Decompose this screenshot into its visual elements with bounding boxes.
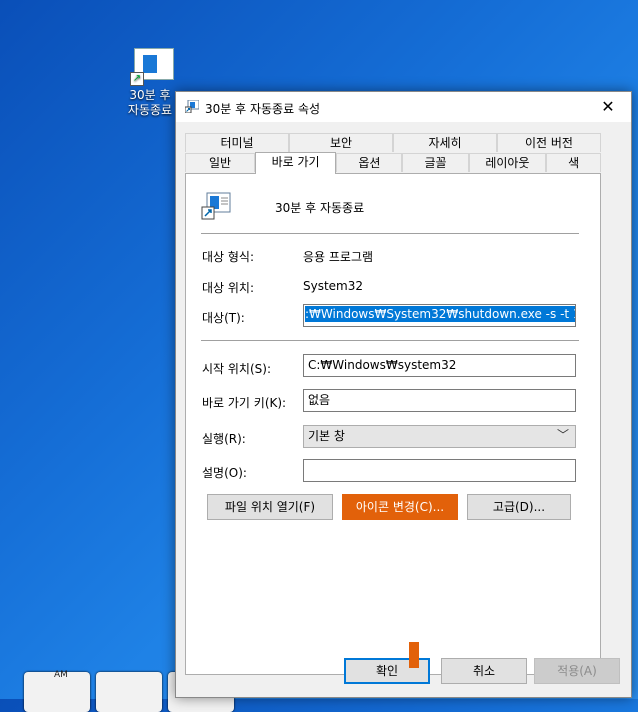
start-in-label: 시작 위치(S): — [202, 362, 271, 376]
tab-font[interactable]: 글꼴 — [402, 153, 469, 172]
target-location-value: System32 — [303, 279, 364, 293]
tab-general[interactable]: 일반 — [185, 153, 255, 172]
tab-row-bottom: 일반 바로 가기 옵션 글꼴 레이아웃 색 — [185, 152, 602, 174]
shortcut-app-icon: ↗ — [128, 48, 174, 86]
close-icon: ✕ — [601, 97, 615, 116]
target-label: 대상(T): — [202, 311, 245, 325]
tab-previous-versions[interactable]: 이전 버전 — [497, 133, 601, 152]
comment-input[interactable] — [303, 459, 576, 482]
cancel-button[interactable]: 취소 — [441, 658, 527, 684]
shortcut-key-label: 바로 가기 키(K): — [202, 396, 287, 410]
window-icon — [185, 100, 199, 113]
tab-details[interactable]: 자세히 — [393, 133, 497, 152]
tab-shortcut[interactable]: 바로 가기 — [254, 152, 337, 174]
apply-button[interactable]: 적용(A) — [534, 658, 620, 684]
shortcut-key-input[interactable]: 없음 — [303, 389, 576, 412]
desktop-icon-label-line1: 30분 후 — [129, 88, 171, 102]
target-location-label: 대상 위치: — [202, 281, 255, 295]
start-in-input[interactable]: C:₩Windows₩system32 — [303, 354, 576, 377]
tab-options[interactable]: 옵션 — [336, 153, 403, 172]
tab-layout[interactable]: 레이아웃 — [468, 153, 547, 172]
shortcut-name: 30분 후 자동종료 — [275, 201, 365, 215]
tab-row-top: 터미널 보안 자세히 이전 버전 — [185, 133, 601, 152]
run-label: 실행(R): — [202, 432, 246, 446]
separator-top — [201, 233, 579, 234]
target-input-text: :₩Windows₩System32₩shutdown.exe -s -t 18… — [305, 306, 575, 322]
chevron-down-icon: ﹀ — [556, 428, 569, 442]
desktop-icon-label-line2: 자동종료 — [127, 103, 173, 117]
tab-security[interactable]: 보안 — [289, 133, 393, 152]
title-bar[interactable]: 30분 후 자동종료 속성 ✕ — [176, 92, 631, 122]
comment-label: 설명(O): — [202, 466, 247, 480]
shortcut-arrow-icon: ↗ — [130, 72, 144, 86]
run-select[interactable]: 기본 창 ﹀ — [303, 425, 576, 448]
desktop-shortcut-icon[interactable]: ↗ 30분 후 자동종료 — [118, 48, 182, 118]
dialog-title: 30분 후 자동종료 속성 — [205, 102, 321, 116]
target-type-value: 응용 프로그램 — [303, 250, 374, 264]
tab-colors[interactable]: 색 — [546, 153, 602, 172]
advanced-button[interactable]: 고급(D)... — [467, 494, 571, 520]
target-input[interactable]: :₩Windows₩System32₩shutdown.exe -s -t 18… — [303, 304, 576, 327]
clock-ampm: AM — [54, 670, 68, 680]
properties-dialog: 30분 후 자동종료 속성 ✕ 터미널 보안 자세히 이전 버전 일반 바로 가… — [175, 91, 632, 698]
shortcut-large-icon — [201, 192, 231, 220]
pointer-marker — [409, 642, 419, 668]
clock-minute-tile — [96, 672, 162, 712]
change-icon-button[interactable]: 아이콘 변경(C)... — [342, 494, 458, 520]
shortcut-tab-panel: 30분 후 자동종료 대상 형식: 응용 프로그램 대상 위치: System3… — [185, 173, 601, 675]
separator-middle — [201, 340, 579, 341]
open-file-location-button[interactable]: 파일 위치 열기(F) — [207, 494, 333, 520]
target-type-label: 대상 형식: — [202, 250, 255, 264]
run-select-value: 기본 창 — [308, 429, 345, 443]
tab-terminal[interactable]: 터미널 — [185, 133, 289, 152]
close-button[interactable]: ✕ — [585, 92, 631, 122]
